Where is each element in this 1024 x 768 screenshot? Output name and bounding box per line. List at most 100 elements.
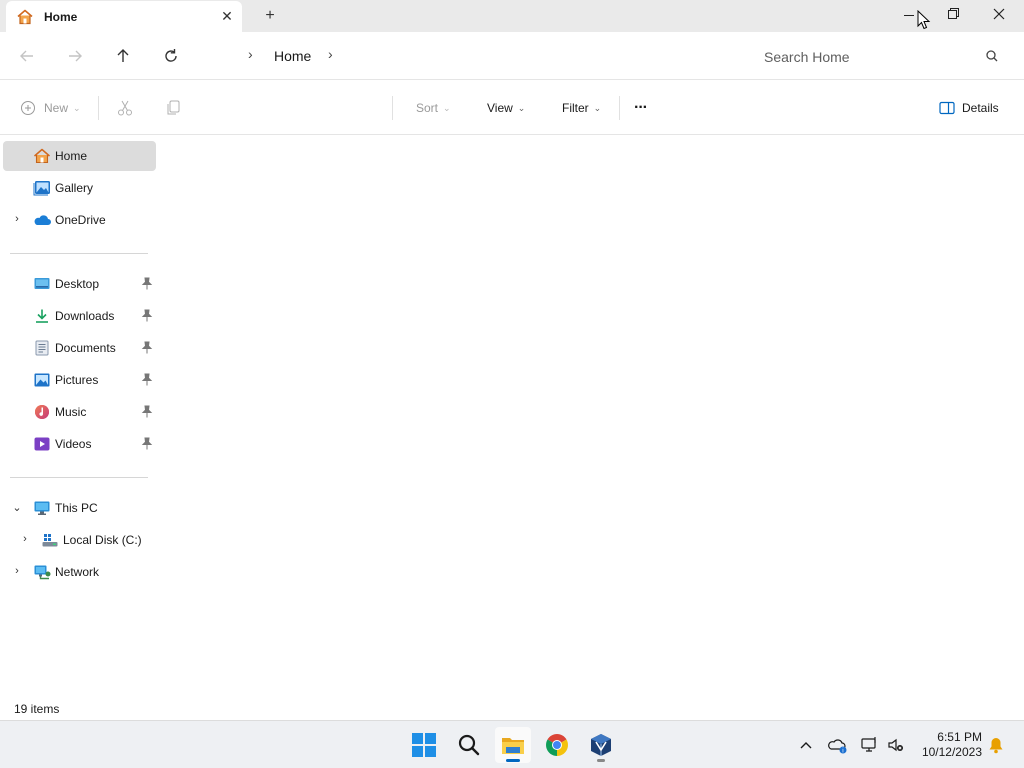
new-tab-button[interactable]: + <box>260 6 280 26</box>
up-button[interactable] <box>111 44 135 68</box>
nav-label: Pictures <box>55 373 99 387</box>
nav-item-gallery[interactable]: Gallery <box>3 173 156 203</box>
title-bar: Home ✕ + <box>0 0 1024 32</box>
chevron-down-icon: ⌄ <box>73 102 81 113</box>
clock-time: 6:51 PM <box>937 730 982 744</box>
chevron-right-icon[interactable]: › <box>248 46 253 62</box>
pin-icon[interactable] <box>141 405 153 419</box>
onedrive-status-icon[interactable]: i <box>828 735 848 755</box>
chrome-taskbar-button[interactable] <box>539 727 575 763</box>
drive-icon <box>42 534 58 547</box>
chevron-right-icon[interactable]: › <box>11 565 23 579</box>
notification-bell-icon[interactable] <box>986 735 1006 755</box>
filter-button[interactable]: Filter ⌄ <box>562 98 601 118</box>
nav-label: Gallery <box>55 181 94 195</box>
active-indicator <box>506 759 520 762</box>
divider <box>619 96 620 120</box>
back-button[interactable] <box>15 44 39 68</box>
chevron-up-icon[interactable] <box>796 735 816 755</box>
breadcrumb[interactable]: › Home › <box>200 40 740 72</box>
breadcrumb-home[interactable]: Home <box>274 48 311 64</box>
nav-label: OneDrive <box>55 213 106 227</box>
sort-label: Sort <box>416 101 439 115</box>
command-bar: New ⌄ Sort ⌄ View ⌄ Filter ⌄ ··· Details <box>0 80 1024 135</box>
close-tab-icon[interactable]: ✕ <box>218 7 236 25</box>
nav-item-documents[interactable]: Documents <box>3 333 156 363</box>
virtualbox-taskbar-button[interactable] <box>583 727 619 763</box>
close-window-button[interactable] <box>976 0 1022 32</box>
status-bar: 19 items <box>0 696 1024 720</box>
volume-muted-icon[interactable] <box>886 735 906 755</box>
nav-item-pictures[interactable]: Pictures <box>3 365 156 395</box>
nav-item-home[interactable]: Home <box>3 141 156 171</box>
nav-item-onedrive[interactable]: › OneDrive <box>3 205 156 235</box>
chevron-right-icon[interactable]: › <box>19 533 31 547</box>
pin-icon[interactable] <box>141 373 153 387</box>
refresh-button[interactable] <box>159 44 183 68</box>
nav-item-this-pc[interactable]: ⌄ This PC <box>3 493 156 523</box>
cut-button[interactable] <box>116 98 134 118</box>
taskbar: i 6:51 PM 10/12/2023 <box>0 720 1024 768</box>
nav-label: Videos <box>55 437 92 451</box>
view-button[interactable]: View ⌄ <box>487 98 525 118</box>
pin-icon[interactable] <box>141 341 153 355</box>
start-button[interactable] <box>406 727 442 763</box>
home-icon <box>17 9 33 25</box>
clock-date: 10/12/2023 <box>921 745 982 759</box>
address-bar: › Home › Search Home <box>0 32 1024 80</box>
navigation-pane: Home Gallery › OneDrive Desktop Download… <box>0 135 158 696</box>
pin-icon[interactable] <box>141 309 153 323</box>
chrome-icon <box>546 734 568 756</box>
tab-home[interactable]: Home ✕ <box>6 1 242 32</box>
refresh-icon <box>165 49 177 62</box>
plus-circle-icon <box>21 101 35 115</box>
file-explorer-taskbar-button[interactable] <box>495 727 531 763</box>
chevron-down-icon: ⌄ <box>593 102 602 113</box>
nav-item-local-disk[interactable]: › Local Disk (C:) <box>3 525 156 555</box>
more-options-button[interactable]: ··· <box>634 98 648 118</box>
download-icon <box>36 309 48 323</box>
copy-button[interactable] <box>164 98 182 118</box>
forward-button[interactable] <box>63 44 87 68</box>
tab-title: Home <box>44 10 78 24</box>
videos-icon <box>34 437 50 451</box>
system-clock[interactable]: 6:51 PM 10/12/2023 <box>912 730 982 760</box>
details-label: Details <box>962 101 999 115</box>
restore-button[interactable] <box>930 0 976 32</box>
nav-item-desktop[interactable]: Desktop <box>3 269 156 299</box>
chevron-down-icon: ⌄ <box>517 102 526 113</box>
nav-label: Documents <box>55 341 116 355</box>
nav-label: This PC <box>55 501 98 515</box>
search-placeholder: Search Home <box>764 49 850 65</box>
chevron-down-icon[interactable]: ⌄ <box>11 501 23 515</box>
nav-label: Desktop <box>55 277 100 291</box>
nav-item-network[interactable]: › Network <box>3 557 156 587</box>
search-input[interactable]: Search Home <box>750 40 1014 72</box>
nav-label: Local Disk (C:) <box>63 533 142 547</box>
nav-item-videos[interactable]: Videos <box>3 429 156 459</box>
pictures-icon <box>34 373 50 387</box>
network-status-icon[interactable] <box>860 735 880 755</box>
details-pane-icon <box>939 101 955 115</box>
pin-icon[interactable] <box>141 437 153 451</box>
pin-icon[interactable] <box>141 277 153 291</box>
sort-button[interactable]: Sort ⌄ <box>416 98 451 118</box>
file-list-area[interactable] <box>158 135 1024 696</box>
divider <box>392 96 393 120</box>
new-label: New <box>44 101 69 115</box>
details-button[interactable]: Details <box>939 98 999 118</box>
music-icon <box>35 405 49 419</box>
virtualbox-icon <box>591 734 611 756</box>
nav-label: Network <box>55 565 100 579</box>
chevron-right-icon[interactable]: › <box>328 46 333 62</box>
search-taskbar-button[interactable] <box>451 727 487 763</box>
mouse-cursor-icon <box>917 10 931 30</box>
nav-item-music[interactable]: Music <box>3 397 156 427</box>
new-button[interactable]: New ⌄ <box>20 98 81 118</box>
restore-icon <box>948 8 959 19</box>
gallery-icon <box>33 181 50 196</box>
scissors-icon <box>118 100 132 116</box>
nav-item-downloads[interactable]: Downloads <box>3 301 156 331</box>
desktop-icon <box>34 278 50 289</box>
chevron-right-icon[interactable]: › <box>11 213 23 227</box>
